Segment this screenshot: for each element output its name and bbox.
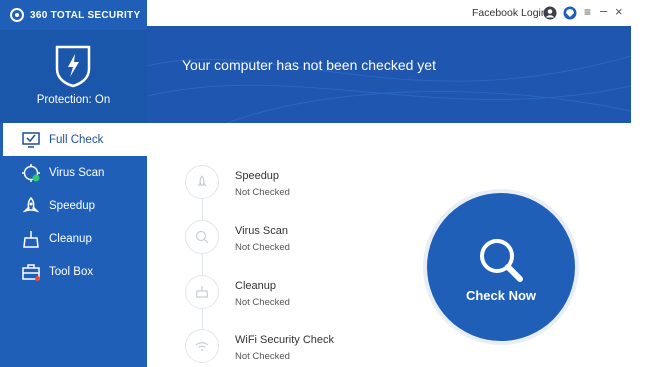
brand-logo-icon bbox=[10, 8, 24, 22]
protection-status-label: Protection: On bbox=[36, 94, 111, 106]
rocket-icon bbox=[22, 196, 40, 212]
sidebar-item-label: Speedup bbox=[49, 199, 96, 212]
search-icon bbox=[480, 239, 523, 282]
banner-message: Your computer has not been checked yet bbox=[182, 57, 436, 73]
check-circle bbox=[185, 165, 219, 199]
check-item-speedup: Speedup Not Checked bbox=[185, 165, 365, 205]
toolbox-icon bbox=[22, 263, 40, 281]
banner-pattern bbox=[147, 55, 631, 123]
sidebar-item-label: Tool Box bbox=[49, 265, 94, 278]
sidebar-item-label: Full Check bbox=[49, 133, 104, 146]
check-item-virus-scan: Virus Scan Not Checked bbox=[185, 220, 365, 260]
check-item-wifi-security: WiFi Security Check Not Checked bbox=[185, 329, 365, 367]
check-circle bbox=[185, 220, 219, 254]
shield-icon bbox=[55, 45, 91, 88]
sidebar-nav: Full Check Virus Scan Speedup Cleanup To… bbox=[0, 123, 147, 288]
check-status: Not Checked bbox=[235, 187, 290, 198]
check-circle bbox=[185, 275, 219, 309]
sidebar-item-label: Virus Scan bbox=[49, 166, 105, 179]
check-now-button[interactable]: Check Now bbox=[427, 193, 575, 341]
virus-scan-icon bbox=[22, 163, 40, 182]
broom-icon bbox=[23, 230, 39, 248]
title-bar: Facebook Login ≡ – × bbox=[147, 0, 653, 26]
check-status: Not Checked bbox=[235, 297, 290, 308]
sidebar-item-cleanup[interactable]: Cleanup bbox=[0, 222, 147, 255]
theme-icon[interactable] bbox=[563, 6, 577, 20]
check-circle bbox=[185, 329, 219, 363]
sidebar-item-tool-box[interactable]: Tool Box bbox=[0, 255, 147, 288]
monitor-check-icon bbox=[22, 131, 40, 148]
status-banner: Your computer has not been checked yet bbox=[147, 26, 631, 123]
sidebar-item-speedup[interactable]: Speedup bbox=[0, 189, 147, 222]
facebook-login-link[interactable]: Facebook Login bbox=[472, 7, 547, 19]
check-item-cleanup: Cleanup Not Checked bbox=[185, 275, 365, 315]
brand-text: 360 TOTAL SECURITY bbox=[30, 9, 141, 21]
minimize-icon[interactable]: – bbox=[600, 3, 607, 18]
check-title: Cleanup bbox=[235, 280, 276, 292]
sidebar-item-full-check[interactable]: Full Check bbox=[0, 123, 147, 156]
sidebar-item-virus-scan[interactable]: Virus Scan bbox=[0, 156, 147, 189]
sidebar: 360 TOTAL SECURITY Protection: On Full C… bbox=[0, 0, 147, 367]
check-title: Virus Scan bbox=[235, 225, 288, 237]
close-icon[interactable]: × bbox=[615, 4, 623, 19]
protection-panel[interactable]: Protection: On bbox=[0, 30, 147, 123]
check-title: Speedup bbox=[235, 170, 280, 182]
check-now-label: Check Now bbox=[465, 288, 537, 303]
check-status: Not Checked bbox=[235, 242, 290, 253]
account-icon[interactable] bbox=[543, 6, 557, 20]
rocket-icon bbox=[197, 175, 207, 187]
check-status: Not Checked bbox=[235, 351, 290, 362]
sidebar-item-label: Cleanup bbox=[49, 232, 92, 245]
menu-icon[interactable]: ≡ bbox=[584, 5, 591, 19]
brand: 360 TOTAL SECURITY bbox=[10, 6, 140, 24]
cleanup-icon bbox=[195, 286, 209, 298]
search-icon bbox=[195, 230, 209, 244]
check-title: WiFi Security Check bbox=[235, 334, 335, 346]
wifi-icon bbox=[195, 342, 209, 351]
